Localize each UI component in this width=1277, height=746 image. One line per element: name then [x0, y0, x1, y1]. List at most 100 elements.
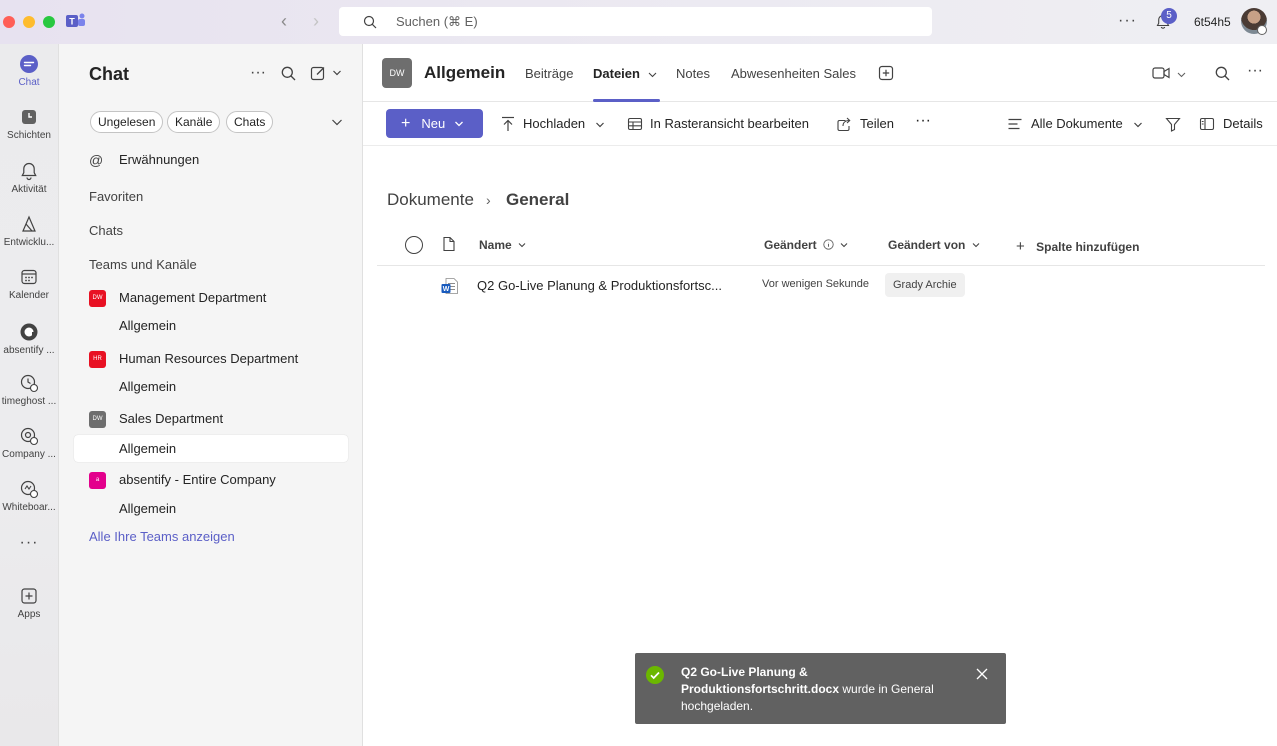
rail-item-absentify[interactable]: absentify ...	[0, 322, 58, 356]
chevron-down-icon[interactable]	[1133, 120, 1143, 130]
channel-item[interactable]: Allgemein	[74, 312, 348, 340]
team-sales[interactable]: DW Sales Department	[74, 405, 348, 433]
chats-section[interactable]: Chats	[89, 217, 363, 245]
view-selector[interactable]: Alle Dokumente	[1031, 116, 1123, 131]
more-options-icon[interactable]: ···	[1247, 62, 1263, 80]
minimize-window-button[interactable]	[23, 16, 35, 28]
details-button[interactable]: Details	[1223, 116, 1263, 131]
svg-text:T: T	[69, 17, 75, 27]
toast-message-rest: wurde in General	[839, 682, 934, 696]
shifts-icon	[22, 110, 36, 124]
file-list-header: Name Geändert Geändert von + Spalte hinz…	[377, 222, 1265, 266]
column-header-name[interactable]: Name	[479, 238, 526, 252]
upload-button[interactable]: Hochladen	[523, 116, 585, 131]
channel-title: Allgemein	[424, 63, 506, 82]
rail-item-calendar[interactable]: Kalender	[0, 267, 58, 301]
rail-item-shifts[interactable]: Schichten	[0, 107, 58, 141]
toolbar-more-button[interactable]: ···	[915, 112, 931, 130]
back-arrow-icon[interactable]: ‹	[281, 12, 287, 30]
table-row[interactable]: W Q2 Go-Live Planung & Produktionsfortsc…	[377, 266, 1265, 306]
mentions-item[interactable]: @ Erwähnungen	[74, 146, 348, 174]
tab-absences-sales[interactable]: Abwesenheiten Sales	[731, 66, 856, 81]
team-hr[interactable]: HR Human Resources Department	[74, 345, 348, 373]
rail-label: Whiteboar...	[2, 502, 56, 513]
close-icon[interactable]	[976, 668, 988, 680]
add-column-button[interactable]: + Spalte hinzufügen	[1016, 238, 1139, 255]
calendar-icon	[21, 269, 37, 285]
search-icon	[363, 15, 377, 28]
video-call-icon[interactable]	[1152, 66, 1170, 80]
team-absentify[interactable]: a absentify - Entire Company	[74, 466, 348, 494]
file-name[interactable]: Q2 Go-Live Planung & Produktionsfortsc..…	[477, 278, 739, 293]
upload-success-toast: Q2 Go-Live Planung & Produktionsfortschr…	[635, 653, 1006, 724]
channel-avatar: DW	[382, 58, 412, 88]
tab-notes[interactable]: Notes	[676, 66, 710, 81]
rail-item-developer[interactable]: Entwicklu...	[0, 214, 58, 248]
team-management[interactable]: DW Management Department	[74, 284, 348, 312]
share-icon[interactable]	[836, 116, 852, 132]
channel-item-selected[interactable]: Allgemein	[74, 435, 348, 462]
files-toolbar: + Neu Hochladen In Rasteransicht bearbei…	[363, 102, 1277, 146]
tab-posts[interactable]: Beiträge	[525, 66, 573, 81]
file-modified-by[interactable]: Grady Archie	[885, 273, 965, 297]
rail-label: Apps	[17, 609, 41, 620]
rail-item-company[interactable]: Company ...	[0, 426, 58, 460]
new-button[interactable]: + Neu	[386, 109, 483, 138]
rail-item-timeghost[interactable]: timeghost ...	[0, 373, 58, 407]
zoom-window-button[interactable]	[43, 16, 55, 28]
teams-section-header[interactable]: Teams und Kanäle	[89, 251, 363, 279]
search-icon[interactable]	[281, 66, 296, 81]
upload-icon[interactable]	[500, 116, 516, 132]
account-name[interactable]: 6t54h5	[1194, 15, 1231, 29]
grid-icon[interactable]	[627, 116, 643, 132]
file-type-icon[interactable]	[442, 236, 456, 252]
details-pane-icon[interactable]	[1199, 116, 1215, 132]
channel-item[interactable]: Allgemein	[74, 373, 348, 401]
chevron-down-icon[interactable]	[648, 70, 657, 79]
add-tab-icon[interactable]	[878, 65, 894, 81]
column-label: Name	[479, 238, 512, 252]
chevron-down-icon[interactable]	[331, 116, 343, 128]
filter-unread[interactable]: Ungelesen	[90, 111, 164, 133]
search-placeholder: Suchen (⌘ E)	[396, 13, 478, 29]
close-window-button[interactable]	[3, 16, 15, 28]
more-apps-icon[interactable]: ···	[0, 534, 58, 552]
rail-item-whiteboard[interactable]: Whiteboar...	[0, 479, 58, 513]
filter-channels[interactable]: Kanäle	[167, 111, 221, 133]
forward-arrow-icon[interactable]: ›	[313, 12, 319, 30]
column-header-modified[interactable]: Geändert	[764, 238, 848, 252]
grid-edit-button[interactable]: In Rasteransicht bearbeiten	[650, 116, 809, 131]
compose-icon[interactable]	[310, 65, 326, 81]
teams-logo-icon: T	[66, 13, 85, 27]
tab-files[interactable]: Dateien	[593, 66, 640, 81]
plus-icon: +	[1016, 238, 1025, 255]
breadcrumb-root[interactable]: Dokumente	[387, 190, 474, 210]
chevron-down-icon[interactable]	[332, 68, 342, 78]
favorites-section[interactable]: Favoriten	[89, 183, 363, 211]
more-options-icon[interactable]: ···	[250, 64, 266, 82]
search-input[interactable]: Suchen (⌘ E)	[339, 7, 932, 36]
filter-chats[interactable]: Chats	[226, 111, 274, 133]
toast-file-name: Q2 Go-Live Planung &	[681, 665, 808, 679]
filter-icon[interactable]	[1165, 116, 1181, 132]
team-avatar: a	[89, 472, 106, 489]
channel-name: Allgemein	[119, 501, 177, 516]
rail-item-chat[interactable]: Chat	[0, 54, 58, 88]
rail-item-apps[interactable]: Apps	[0, 586, 58, 620]
share-button[interactable]: Teilen	[860, 116, 894, 131]
rail-item-activity[interactable]: Aktivität	[0, 161, 58, 195]
chevron-down-icon[interactable]	[1177, 70, 1186, 79]
channel-name: Allgemein	[119, 441, 177, 456]
chevron-down-icon	[455, 121, 464, 126]
show-all-teams-link[interactable]: Alle Ihre Teams anzeigen	[89, 529, 235, 544]
chevron-down-icon[interactable]	[595, 120, 605, 130]
rail-label: Kalender	[8, 290, 50, 301]
select-all-checkbox[interactable]	[405, 236, 423, 254]
column-header-modified-by[interactable]: Geändert von	[888, 238, 980, 252]
rail-label: timeghost ...	[1, 396, 57, 407]
view-list-icon[interactable]	[1007, 116, 1023, 132]
more-options-icon[interactable]: ···	[1118, 12, 1137, 30]
search-icon[interactable]	[1215, 66, 1230, 81]
chevron-down-icon	[518, 243, 526, 248]
channel-item[interactable]: Allgemein	[74, 495, 348, 523]
